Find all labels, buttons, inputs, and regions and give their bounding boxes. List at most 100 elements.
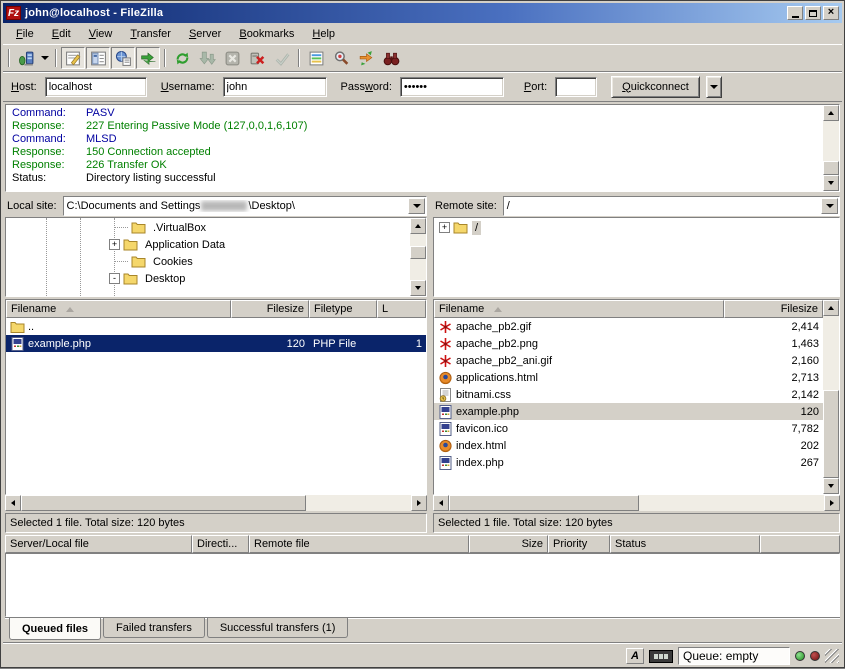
menu-view[interactable]: View [80, 25, 122, 43]
scroll-down-button[interactable] [823, 175, 839, 191]
tree-item-cookies[interactable]: Cookies [6, 253, 410, 270]
menu-file[interactable]: File [7, 25, 43, 43]
scroll-down-button[interactable] [823, 478, 839, 494]
process-queue-button[interactable] [195, 47, 219, 69]
host-input[interactable] [45, 77, 147, 97]
tree-item-root[interactable]: + / [434, 219, 839, 236]
file-row[interactable]: apache_pb2.png 1,463 [434, 335, 823, 352]
column-header-last-modified[interactable]: L [377, 300, 426, 318]
file-row-updir[interactable]: .. [6, 318, 426, 335]
find-files-button[interactable] [379, 47, 403, 69]
file-row[interactable]: bitnami.css 2,142 [434, 386, 823, 403]
remote-path-combobox[interactable]: / [503, 196, 840, 216]
file-row-example-php[interactable]: example.php 120 PHP File 1 [6, 335, 426, 352]
minimize-button[interactable] [787, 6, 803, 20]
resize-grip[interactable] [825, 649, 839, 663]
local-path-dropdown[interactable] [408, 198, 425, 214]
scroll-left-button[interactable] [433, 495, 449, 511]
tab-queued-files[interactable]: Queued files [9, 618, 101, 640]
toolbar-separator [298, 49, 300, 67]
port-input[interactable] [555, 77, 597, 97]
queue-column-remote-file[interactable]: Remote file [249, 535, 469, 553]
toggle-local-tree-button[interactable] [86, 47, 110, 69]
tab-failed-transfers[interactable]: Failed transfers [103, 618, 205, 638]
main-split: Local site: C:\Documents and Settings\De… [3, 194, 842, 534]
queue-column-server-local-file[interactable]: Server/Local file [5, 535, 192, 553]
expand-icon[interactable]: + [439, 222, 450, 233]
reconnect-button[interactable] [270, 47, 294, 69]
arrow-right-icon [417, 500, 421, 506]
file-row-selected[interactable]: example.php 120 [434, 403, 823, 420]
scroll-down-button[interactable] [410, 280, 426, 296]
column-header-filesize[interactable]: Filesize [231, 300, 309, 318]
title-bar[interactable]: Fz john@localhost - FileZilla × [3, 3, 842, 23]
menu-help[interactable]: Help [303, 25, 344, 43]
queue-column-priority[interactable]: Priority [548, 535, 610, 553]
cancel-operation-button[interactable] [220, 47, 244, 69]
queue-column-status[interactable]: Status [610, 535, 760, 553]
password-input[interactable] [400, 77, 504, 97]
menu-server[interactable]: Server [180, 25, 230, 43]
remote-pane: Remote site: / + / Filen [433, 195, 840, 533]
expand-icon[interactable]: + [109, 239, 120, 250]
tree-item-virtualbox[interactable]: .VirtualBox [6, 219, 410, 236]
quickconnect-dropdown[interactable] [706, 76, 722, 98]
directory-filter-button[interactable] [304, 47, 328, 69]
local-horizontal-scrollbar[interactable] [5, 495, 427, 511]
scrollbar-thumb[interactable] [21, 495, 306, 511]
local-path-combobox[interactable]: C:\Documents and Settings\Desktop\ [63, 196, 427, 216]
pane-splitter[interactable] [427, 195, 430, 533]
tab-successful-transfers[interactable]: Successful transfers (1) [207, 618, 349, 638]
column-header-filetype[interactable]: Filetype [309, 300, 377, 318]
menu-transfer[interactable]: Transfer [121, 25, 180, 43]
remote-list-scrollbar[interactable] [823, 300, 839, 494]
toggle-remote-tree-button[interactable] [111, 47, 135, 69]
file-row[interactable]: index.php 267 [434, 454, 823, 471]
synchronized-browsing-button[interactable] [354, 47, 378, 69]
file-row[interactable]: apache_pb2.gif 2,414 [434, 318, 823, 335]
scrollbar-thumb[interactable] [449, 495, 639, 511]
scroll-right-button[interactable] [824, 495, 840, 511]
compare-directories-button[interactable] [329, 47, 353, 69]
tree-item-application-data[interactable]: + Application Data [6, 236, 410, 253]
site-manager-button[interactable] [14, 47, 38, 69]
file-row[interactable]: favicon.ico 7,782 [434, 420, 823, 437]
refresh-button[interactable] [170, 47, 194, 69]
scrollbar-thumb[interactable] [823, 390, 839, 478]
remote-horizontal-scrollbar[interactable] [433, 495, 840, 511]
column-header-filename[interactable]: Filename [6, 300, 231, 318]
tree-item-desktop[interactable]: - Desktop [6, 270, 410, 287]
transfer-type-indicator[interactable]: A [626, 648, 644, 664]
reconnect-icon [274, 50, 291, 67]
column-header-filename[interactable]: Filename [434, 300, 724, 318]
column-header-filesize[interactable]: Filesize [724, 300, 823, 318]
scroll-up-button[interactable] [410, 218, 426, 234]
file-row[interactable]: apache_pb2_ani.gif 2,160 [434, 352, 823, 369]
queue-body [5, 553, 840, 617]
speed-limits-icon[interactable] [649, 650, 673, 663]
scrollbar-thumb[interactable] [410, 246, 426, 259]
close-button[interactable]: × [823, 6, 839, 20]
scrollbar-thumb[interactable] [823, 161, 839, 175]
scroll-up-button[interactable] [823, 105, 839, 121]
site-manager-dropdown[interactable] [39, 47, 51, 69]
menu-edit[interactable]: Edit [43, 25, 80, 43]
maximize-button[interactable] [805, 6, 821, 20]
file-row[interactable]: applications.html 2,713 [434, 369, 823, 386]
queue-column-direction[interactable]: Directi... [192, 535, 249, 553]
collapse-icon[interactable]: - [109, 273, 120, 284]
local-tree-scrollbar[interactable] [410, 218, 426, 296]
scroll-right-button[interactable] [411, 495, 427, 511]
log-scrollbar[interactable] [823, 105, 839, 191]
toggle-message-log-button[interactable] [61, 47, 85, 69]
file-row[interactable]: index.html 202 [434, 437, 823, 454]
menu-bookmarks[interactable]: Bookmarks [230, 25, 303, 43]
quickconnect-button[interactable]: Quickconnect [611, 76, 700, 98]
queue-column-size[interactable]: Size [469, 535, 548, 553]
disconnect-button[interactable] [245, 47, 269, 69]
scroll-left-button[interactable] [5, 495, 21, 511]
remote-path-dropdown[interactable] [821, 198, 838, 214]
scroll-up-button[interactable] [823, 300, 839, 316]
username-input[interactable] [223, 77, 327, 97]
toggle-queue-button[interactable] [136, 47, 160, 69]
